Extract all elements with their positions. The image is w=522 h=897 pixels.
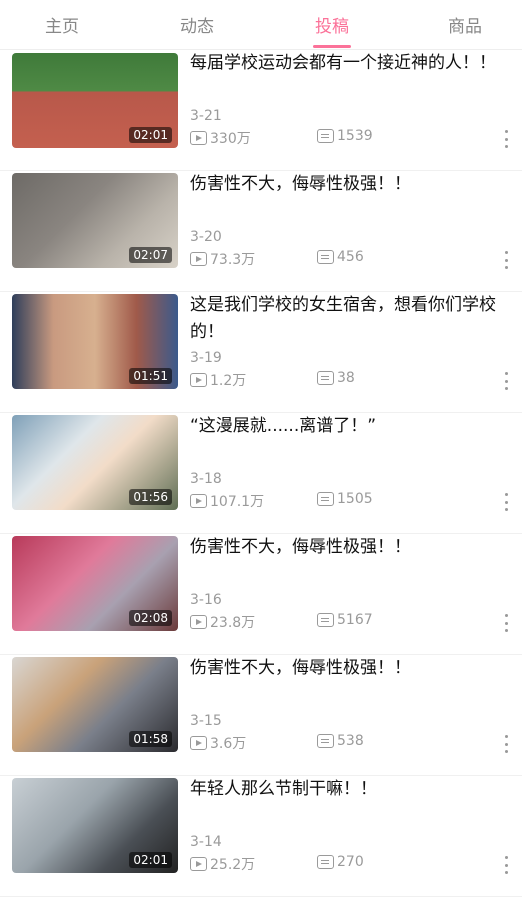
video-date: 3-19 [190,350,222,366]
danmaku-icon [317,613,334,627]
tab-bar: 主页 动态 投稿 商品 [0,0,522,50]
danmaku-icon [317,492,334,506]
danmaku-icon [317,371,334,385]
video-title[interactable]: 伤害性不大，侮辱性极强！！ [190,655,515,682]
danmaku-count: 456 [317,249,364,265]
video-title[interactable]: 年轻人那么节制干嘛！！ [190,776,515,803]
danmaku-icon [317,129,334,143]
play-count-icon [190,252,207,266]
play-count-icon [190,857,207,871]
video-title[interactable]: 伤害性不大，侮辱性极强！！ [190,171,515,198]
danmaku-icon [317,250,334,264]
view-count: 1.2万 [190,370,246,390]
view-count: 73.3万 [190,249,255,269]
more-options-icon[interactable] [498,127,514,151]
video-title[interactable]: 每届学校运动会都有一个接近神的人！！ [190,50,515,77]
more-options-icon[interactable] [498,369,514,393]
view-count: 107.1万 [190,491,264,511]
video-duration: 02:01 [129,852,172,868]
video-thumbnail[interactable]: 01:51 [12,294,178,389]
video-thumbnail[interactable]: 02:01 [12,53,178,148]
active-tab-indicator [313,45,351,48]
video-duration: 01:51 [129,368,172,384]
tab-home[interactable]: 主页 [22,12,102,38]
video-title[interactable]: “这漫展就......离谱了！” [190,413,515,440]
tab-dynamics[interactable]: 动态 [157,12,237,38]
more-options-icon[interactable] [498,611,514,635]
video-item[interactable]: 02:01 每届学校运动会都有一个接近神的人！！ 3-21 330万 1539 [0,50,522,171]
video-date: 3-20 [190,229,222,245]
tab-products[interactable]: 商品 [425,12,505,38]
video-thumbnail[interactable]: 02:07 [12,173,178,268]
video-duration: 02:08 [129,610,172,626]
video-item[interactable]: 02:07 伤害性不大，侮辱性极强！！ 3-20 73.3万 456 [0,171,522,292]
video-date: 3-21 [190,108,222,124]
video-item[interactable]: 01:56 “这漫展就......离谱了！” 3-18 107.1万 1505 [0,413,522,534]
video-duration: 01:58 [129,731,172,747]
view-count: 23.8万 [190,612,255,632]
play-count-icon [190,615,207,629]
video-thumbnail[interactable]: 02:01 [12,778,178,873]
video-thumbnail[interactable]: 01:56 [12,415,178,510]
video-item[interactable]: 01:58 伤害性不大，侮辱性极强！！ 3-15 3.6万 538 [0,655,522,776]
more-options-icon[interactable] [498,853,514,877]
danmaku-count: 1539 [317,128,373,144]
more-options-icon[interactable] [498,490,514,514]
video-duration: 02:01 [129,127,172,143]
danmaku-count: 5167 [317,612,373,628]
view-count: 25.2万 [190,854,255,874]
video-thumbnail[interactable]: 02:08 [12,536,178,631]
video-duration: 01:56 [129,489,172,505]
more-options-icon[interactable] [498,732,514,756]
video-item[interactable]: 02:01 年轻人那么节制干嘛！！ 3-14 25.2万 270 [0,776,522,897]
video-title[interactable]: 伤害性不大，侮辱性极强！！ [190,534,515,561]
play-count-icon [190,131,207,145]
tab-submissions[interactable]: 投稿 [292,12,372,48]
more-options-icon[interactable] [498,248,514,272]
video-date: 3-16 [190,592,222,608]
video-date: 3-18 [190,471,222,487]
view-count: 3.6万 [190,733,246,753]
danmaku-icon [317,855,334,869]
danmaku-count: 1505 [317,491,373,507]
video-title[interactable]: 这是我们学校的女生宿舍，想看你们学校的！ [190,292,515,346]
danmaku-count: 38 [317,370,355,386]
video-date: 3-14 [190,834,222,850]
danmaku-count: 270 [317,854,364,870]
play-count-icon [190,494,207,508]
video-thumbnail[interactable]: 01:58 [12,657,178,752]
video-item[interactable]: 01:51 这是我们学校的女生宿舍，想看你们学校的！ 3-19 1.2万 38 [0,292,522,413]
tab-submissions-label: 投稿 [315,17,349,37]
play-count-icon [190,373,207,387]
danmaku-icon [317,734,334,748]
video-date: 3-15 [190,713,222,729]
view-count: 330万 [190,128,251,148]
danmaku-count: 538 [317,733,364,749]
video-item[interactable]: 02:08 伤害性不大，侮辱性极强！！ 3-16 23.8万 5167 [0,534,522,655]
play-count-icon [190,736,207,750]
video-duration: 02:07 [129,247,172,263]
